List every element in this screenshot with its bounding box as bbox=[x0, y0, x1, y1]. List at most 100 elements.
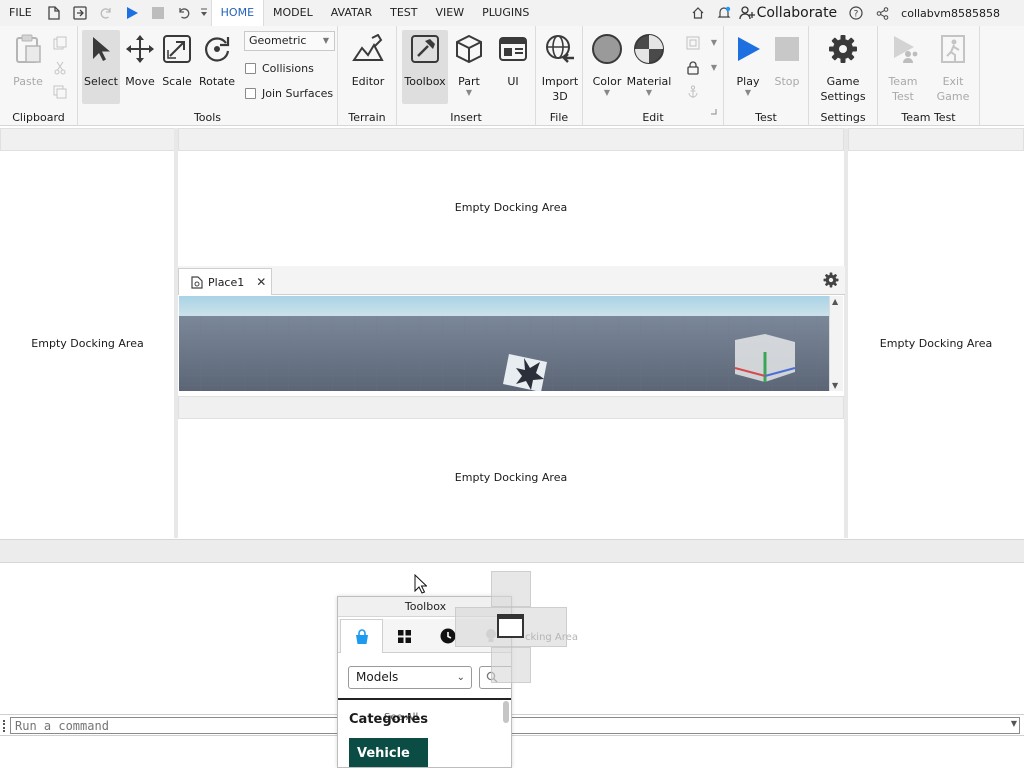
collaborate-icon[interactable] bbox=[737, 0, 757, 26]
right-dock-area: Empty Docking Area bbox=[848, 151, 1024, 536]
dock-guide-top[interactable] bbox=[491, 571, 531, 607]
toolbox-button[interactable]: Toolbox bbox=[402, 30, 448, 104]
terrain-group: Editor Terrain bbox=[338, 26, 397, 126]
exit-game-icon bbox=[934, 30, 972, 68]
chevron-down-icon[interactable]: ▼ bbox=[604, 89, 610, 97]
right-dock-header[interactable] bbox=[848, 128, 1024, 151]
svg-text:?: ? bbox=[854, 10, 859, 20]
part-button[interactable]: Part ▼ bbox=[450, 30, 488, 97]
ui-window-icon bbox=[494, 30, 532, 68]
username-label[interactable]: collabvm8585858 bbox=[895, 7, 1024, 20]
duplicate-icon[interactable] bbox=[51, 83, 69, 101]
top-dock-header[interactable] bbox=[178, 128, 844, 151]
join-surfaces-checkbox[interactable] bbox=[245, 88, 256, 99]
color-swatch-icon bbox=[588, 30, 626, 68]
left-dock-header[interactable] bbox=[0, 128, 175, 151]
play-button[interactable]: Play ▼ bbox=[729, 30, 767, 97]
chevron-down-icon[interactable]: ▼ bbox=[646, 89, 652, 97]
chevron-down-icon[interactable]: ▼ bbox=[1011, 719, 1017, 728]
team-test-button[interactable]: Team Test bbox=[883, 30, 923, 104]
right-dock-splitter[interactable] bbox=[844, 128, 848, 538]
notifications-icon[interactable] bbox=[711, 0, 737, 26]
quick-access-overflow-icon[interactable] bbox=[197, 0, 211, 26]
category-vehicle-button[interactable]: Vehicle bbox=[349, 738, 428, 767]
terrain-editor-button[interactable]: Editor bbox=[348, 30, 388, 89]
rotate-icon bbox=[198, 30, 236, 68]
collisions-checkbox[interactable] bbox=[245, 63, 256, 74]
tab-view[interactable]: VIEW bbox=[426, 0, 473, 26]
scale-tool-button[interactable]: Scale bbox=[158, 30, 196, 89]
tab-model[interactable]: MODEL bbox=[264, 0, 322, 26]
redo-icon[interactable] bbox=[93, 0, 119, 26]
tab-plugins[interactable]: PLUGINS bbox=[473, 0, 538, 26]
tab-avatar[interactable]: AVATAR bbox=[322, 0, 381, 26]
ui-button[interactable]: UI bbox=[494, 30, 532, 89]
tab-home[interactable]: HOME bbox=[210, 0, 265, 26]
bottom-status-area bbox=[0, 736, 1024, 768]
menu-bar: FILE HOME MODEL AVATAR TEST VIEW PLUGINS… bbox=[0, 0, 1024, 26]
test-group: Play ▼ Stop Test bbox=[724, 26, 809, 126]
scroll-down-icon[interactable]: ▼ bbox=[832, 381, 838, 390]
exit-game-button[interactable]: Exit Game bbox=[933, 30, 973, 104]
anchor-icon[interactable] bbox=[684, 83, 702, 101]
toolbox-scrollbar[interactable] bbox=[503, 701, 509, 723]
toolbox-tab-inventory[interactable] bbox=[383, 619, 426, 653]
3d-viewport[interactable] bbox=[179, 296, 829, 391]
group-icon[interactable] bbox=[684, 34, 702, 52]
drag-handle-icon[interactable] bbox=[3, 720, 5, 732]
tab-place1[interactable]: Place1 ✕ bbox=[178, 268, 272, 295]
ghost-dock-label: cking Area bbox=[525, 632, 578, 643]
terrain-editor-icon bbox=[349, 30, 387, 68]
stop-quick-icon[interactable] bbox=[145, 0, 171, 26]
viewport-settings-gear-icon[interactable] bbox=[823, 272, 839, 288]
dock-guide-bottom[interactable] bbox=[491, 647, 531, 683]
shopping-bag-icon bbox=[354, 628, 370, 645]
undo-icon[interactable] bbox=[171, 0, 197, 26]
home-icon[interactable] bbox=[685, 0, 711, 26]
category-select[interactable]: Models ⌄ bbox=[348, 666, 472, 689]
bottom-dock-header[interactable] bbox=[0, 539, 1024, 563]
viewport-scrollbar[interactable]: ▲ ▼ bbox=[829, 296, 843, 391]
join-surfaces-toggle[interactable]: Join Surfaces bbox=[245, 87, 333, 100]
collaborate-button[interactable]: Collaborate bbox=[757, 5, 838, 21]
toolbox-tab-marketplace[interactable] bbox=[340, 619, 383, 653]
lock-icon[interactable] bbox=[684, 59, 702, 77]
stop-button[interactable]: Stop bbox=[768, 30, 806, 89]
new-file-icon[interactable] bbox=[41, 0, 67, 26]
share-icon[interactable] bbox=[869, 0, 895, 26]
play-quick-icon[interactable] bbox=[119, 0, 145, 26]
help-icon[interactable]: ? bbox=[843, 0, 869, 26]
tab-test[interactable]: TEST bbox=[381, 0, 426, 26]
clipboard-group: Paste Clipboard bbox=[0, 26, 78, 126]
close-icon[interactable]: ✕ bbox=[256, 275, 266, 289]
place-tab-label: Place1 bbox=[208, 275, 245, 289]
play-icon bbox=[729, 30, 767, 68]
publish-icon[interactable] bbox=[67, 0, 93, 26]
copy-icon[interactable] bbox=[51, 34, 69, 52]
command-input[interactable] bbox=[10, 717, 1020, 734]
bottom-center-dock-header[interactable] bbox=[178, 396, 844, 419]
import-3d-button[interactable]: Import 3D bbox=[540, 30, 580, 104]
dock-guide-center-window-icon[interactable] bbox=[497, 614, 524, 638]
file-menu[interactable]: FILE bbox=[0, 0, 41, 26]
file-group: Import 3D File bbox=[536, 26, 583, 126]
select-tool-button[interactable]: Select bbox=[82, 30, 120, 104]
game-settings-button[interactable]: Game Settings bbox=[817, 30, 869, 104]
rotate-tool-button[interactable]: Rotate bbox=[195, 30, 239, 89]
view-orientation-cube[interactable] bbox=[734, 334, 796, 382]
toolbox-hammer-icon bbox=[406, 30, 444, 68]
color-button[interactable]: Color ▼ bbox=[587, 30, 627, 97]
material-button[interactable]: Material ▼ bbox=[627, 30, 671, 97]
chevron-down-icon[interactable]: ▼ bbox=[705, 59, 723, 77]
transform-mode-dropdown[interactable]: Geometric ▼ bbox=[244, 31, 335, 51]
chevron-down-icon[interactable]: ▼ bbox=[705, 34, 723, 52]
cut-icon[interactable] bbox=[51, 59, 69, 77]
left-dock-label: Empty Docking Area bbox=[31, 337, 144, 350]
ribbon: Paste Clipboard Select Move Scale Rotate… bbox=[0, 26, 1024, 126]
collisions-toggle[interactable]: Collisions bbox=[245, 62, 314, 75]
chevron-down-icon[interactable]: ▼ bbox=[745, 89, 751, 97]
chevron-down-icon[interactable]: ▼ bbox=[466, 89, 472, 97]
scroll-up-icon[interactable]: ▲ bbox=[832, 297, 838, 306]
move-tool-button[interactable]: Move bbox=[121, 30, 159, 89]
paste-button[interactable]: Paste bbox=[8, 30, 48, 89]
